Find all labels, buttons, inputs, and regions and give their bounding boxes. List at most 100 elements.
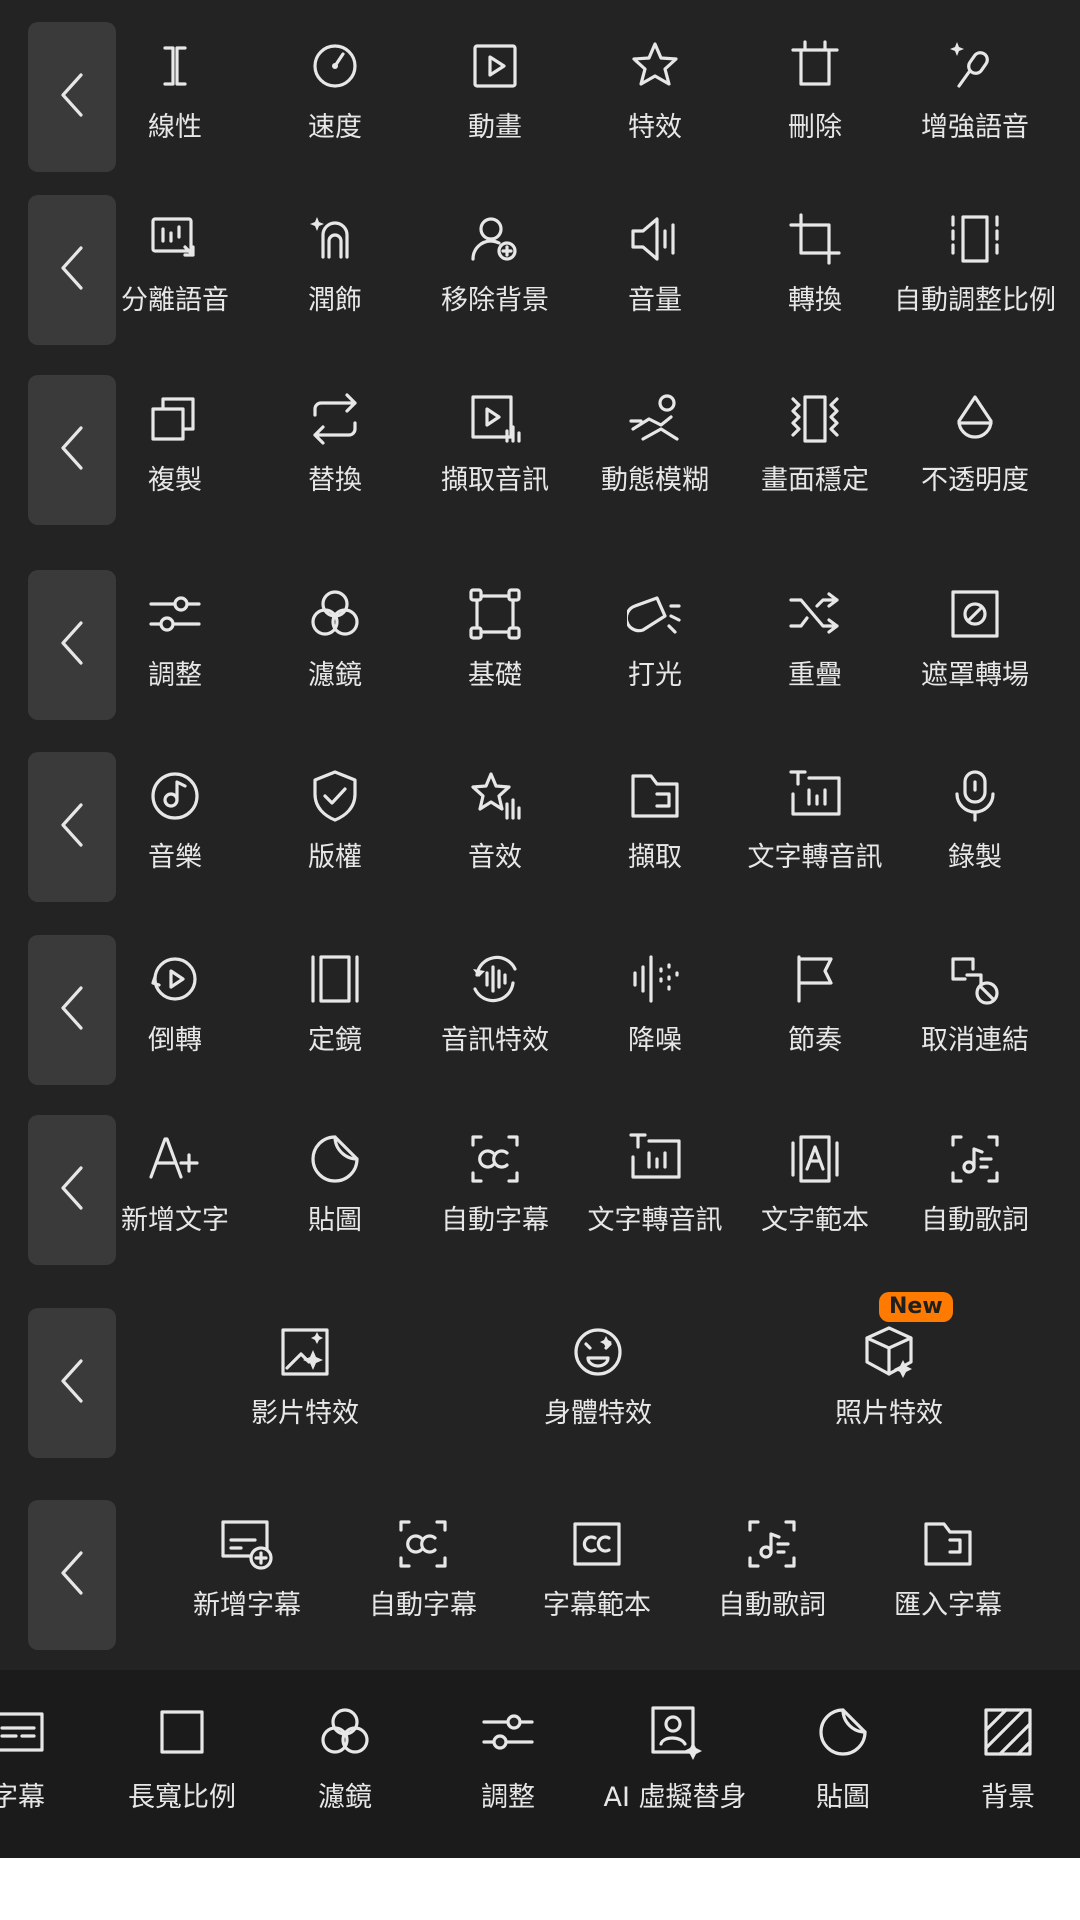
tool-overlay-shuffle[interactable]: 重疊 [740, 570, 890, 720]
tool-unlink[interactable]: 取消連結 [900, 935, 1050, 1085]
tool-row: 分離語音 潤飾 移除背景 音量 轉換 自動調整比例 [0, 195, 1080, 345]
tool-replace[interactable]: 替換 [260, 375, 410, 525]
tool-noise-reduction[interactable]: 降噪 [580, 935, 730, 1085]
enhance-voice-icon [947, 38, 1003, 94]
tool-retouch[interactable]: 潤飾 [260, 195, 410, 345]
tool-motion-blur[interactable]: 動態模糊 [580, 375, 730, 525]
sticker-icon [307, 1131, 363, 1187]
chevron-left-icon [55, 1547, 89, 1603]
tool-photo-effect[interactable]: New 照片特效 [814, 1292, 964, 1458]
tool-mask-transition[interactable]: 遮罩轉場 [900, 570, 1050, 720]
tool-extract-audio[interactable]: 擷取音訊 [420, 375, 570, 525]
photo-effect-icon [861, 1324, 917, 1380]
tool-audio-effect[interactable]: 音訊特效 [420, 935, 570, 1085]
tool-auto-reframe[interactable]: 自動調整比例 [894, 195, 1056, 345]
transform-box-icon [467, 586, 523, 642]
tool-stabilize[interactable]: 畫面穩定 [740, 375, 890, 525]
tool-auto-caption[interactable]: 自動字幕 [420, 1115, 570, 1265]
tool-panel: 線性 速度 動畫 特效 刪除 增強語音 分離語音 潤飾 移除背景 音量 轉換 自動調整比例 複製 替換 擷取… [0, 0, 1080, 1670]
tool-lighting[interactable]: 打光 [580, 570, 730, 720]
tool-caption-template[interactable]: 字幕範本 [522, 1500, 672, 1650]
auto-reframe-icon [947, 211, 1003, 267]
motion-blur-icon [627, 391, 683, 447]
tool-auto-caption[interactable]: 自動字幕 [348, 1500, 498, 1650]
lighting-icon [627, 586, 683, 642]
adjust-sliders-icon [147, 586, 203, 642]
tool-animation[interactable]: 動畫 [420, 22, 570, 172]
tool-delete[interactable]: 刪除 [740, 22, 890, 172]
reverse-icon [147, 951, 203, 1007]
tool-label: 自動調整比例 [894, 285, 1056, 316]
tool-row: 線性 速度 動畫 特效 刪除 增強語音 [0, 22, 1080, 172]
bottom-tool-aspect-ratio[interactable]: 長寬比例 [102, 1670, 262, 1858]
noise-reduction-icon [627, 951, 683, 1007]
tool-speed[interactable]: 速度 [260, 22, 410, 172]
tool-sticker[interactable]: 貼圖 [260, 1115, 410, 1265]
tool-auto-lyrics[interactable]: 自動歌詞 [697, 1500, 847, 1650]
bottom-tool-caption[interactable]: 字幕 [0, 1670, 98, 1858]
tool-transform-box[interactable]: 基礎 [420, 570, 570, 720]
tool-freeze-frame[interactable]: 定鏡 [260, 935, 410, 1085]
new-badge: New [879, 1292, 953, 1322]
tool-label: 身體特效 [544, 1398, 652, 1429]
audio-effect-icon [467, 951, 523, 1007]
tool-sound-effect[interactable]: 音效 [420, 752, 570, 902]
tool-auto-lyrics[interactable]: 自動歌詞 [900, 1115, 1050, 1265]
tool-label: 增強語音 [921, 112, 1029, 143]
delete-icon [787, 38, 843, 94]
tool-microphone[interactable]: 錄製 [900, 752, 1050, 902]
tool-row: 音樂 版權 音效 擷取 文字轉音訊 錄製 [0, 752, 1080, 902]
tool-music[interactable]: 音樂 [100, 752, 250, 902]
tool-row: 影片特效 身體特效 New 照片特效 [0, 1292, 1080, 1458]
tool-video-effect[interactable]: 影片特效 [230, 1308, 380, 1458]
tool-reverse[interactable]: 倒轉 [100, 935, 250, 1085]
back-button[interactable] [28, 1500, 116, 1650]
tool-volume[interactable]: 音量 [580, 195, 730, 345]
beat-flag-icon [787, 951, 843, 1007]
tool-label: 影片特效 [251, 1398, 359, 1429]
sticker-icon [815, 1704, 871, 1760]
bottom-tool-sticker[interactable]: 貼圖 [763, 1670, 923, 1858]
bottom-tool-adjust-sliders[interactable]: 調整 [428, 1670, 588, 1858]
chevron-left-icon [55, 1355, 89, 1411]
tool-row: 複製 替換 擷取音訊 動態模糊 畫面穩定 不透明度 [0, 375, 1080, 525]
tool-label: 照片特效 [835, 1398, 943, 1429]
mask-transition-icon [947, 586, 1003, 642]
tool-effect-star[interactable]: 特效 [580, 22, 730, 172]
tool-filter[interactable]: 濾鏡 [260, 570, 410, 720]
freeze-frame-icon [307, 951, 363, 1007]
tool-add-text[interactable]: 新增文字 [100, 1115, 250, 1265]
caption-template-icon [569, 1516, 625, 1572]
tool-linear[interactable]: 線性 [100, 22, 250, 172]
tool-label: 不透明度 [921, 465, 1029, 496]
tool-label: 遮罩轉場 [921, 660, 1029, 691]
linear-icon [147, 38, 203, 94]
auto-lyrics-icon [947, 1131, 1003, 1187]
tool-text-to-speech[interactable]: 文字轉音訊 [580, 1115, 730, 1265]
tool-opacity[interactable]: 不透明度 [900, 375, 1050, 525]
tool-text-template[interactable]: 文字範本 [740, 1115, 890, 1265]
tool-import-caption[interactable]: 匯入字幕 [873, 1500, 1023, 1650]
back-button[interactable] [28, 1308, 116, 1458]
tool-beat-flag[interactable]: 節奏 [740, 935, 890, 1085]
tool-body-effect[interactable]: 身體特效 [523, 1308, 673, 1458]
opacity-icon [947, 391, 1003, 447]
tool-extract-folder[interactable]: 擷取 [580, 752, 730, 902]
tool-add-caption[interactable]: 新增字幕 [172, 1500, 322, 1650]
tool-copyright-shield[interactable]: 版權 [260, 752, 410, 902]
bottom-tool-background[interactable]: 背景 [928, 1670, 1080, 1858]
copy-icon [147, 391, 203, 447]
tool-crop[interactable]: 轉換 [740, 195, 890, 345]
tool-remove-background[interactable]: 移除背景 [420, 195, 570, 345]
app-root: 線性 速度 動畫 特效 刪除 增強語音 分離語音 潤飾 移除背景 音量 轉換 自動調整比例 複製 替換 擷取… [0, 0, 1080, 1920]
tool-adjust-sliders[interactable]: 調整 [100, 570, 250, 720]
bottom-tool-ai-avatar[interactable]: AI 虛擬替身 [595, 1670, 755, 1858]
tool-text-to-speech[interactable]: 文字轉音訊 [740, 752, 890, 902]
tool-row: 新增文字 貼圖 自動字幕 文字轉音訊 文字範本 自動歌詞 [0, 1115, 1080, 1265]
animation-icon [467, 38, 523, 94]
tool-separate-voice[interactable]: 分離語音 [100, 195, 250, 345]
tool-enhance-voice[interactable]: 增強語音 [900, 22, 1050, 172]
bottom-tool-filter[interactable]: 濾鏡 [265, 1670, 425, 1858]
separate-voice-icon [147, 211, 203, 267]
tool-copy[interactable]: 複製 [100, 375, 250, 525]
